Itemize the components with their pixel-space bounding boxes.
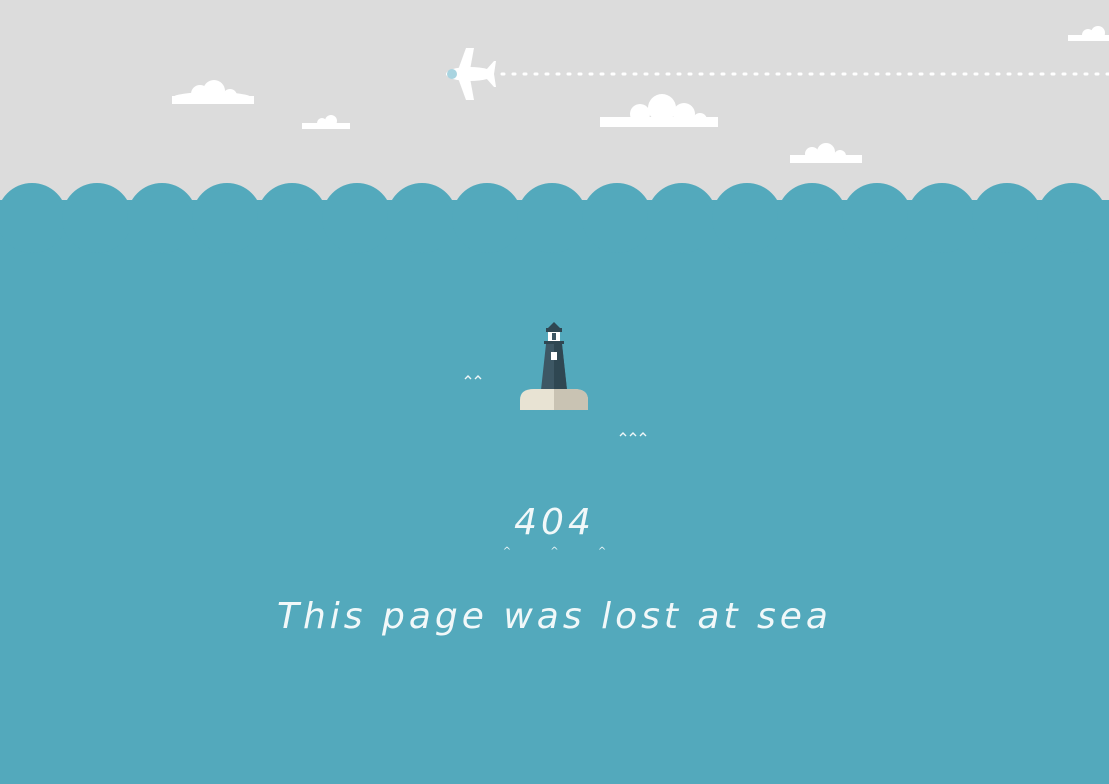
wave-marks-icon: [464, 375, 482, 380]
cloud-icon: [600, 94, 718, 127]
ocean-scene: [0, 26, 1109, 437]
error-message: This page was lost at sea: [277, 596, 832, 637]
wave-crests: [0, 183, 1109, 253]
lighthouse-icon: [520, 322, 588, 412]
cloud-icon: [790, 143, 862, 163]
error-code: 404: [514, 502, 595, 543]
cloud-icon: [1068, 26, 1109, 41]
wave-marks-icon: [619, 432, 647, 437]
wave-marks-icon: ^ ^ ^: [502, 546, 625, 557]
airplane-icon: [446, 48, 496, 100]
cloud-icon: [302, 115, 350, 129]
cloud-icon: [172, 80, 254, 104]
